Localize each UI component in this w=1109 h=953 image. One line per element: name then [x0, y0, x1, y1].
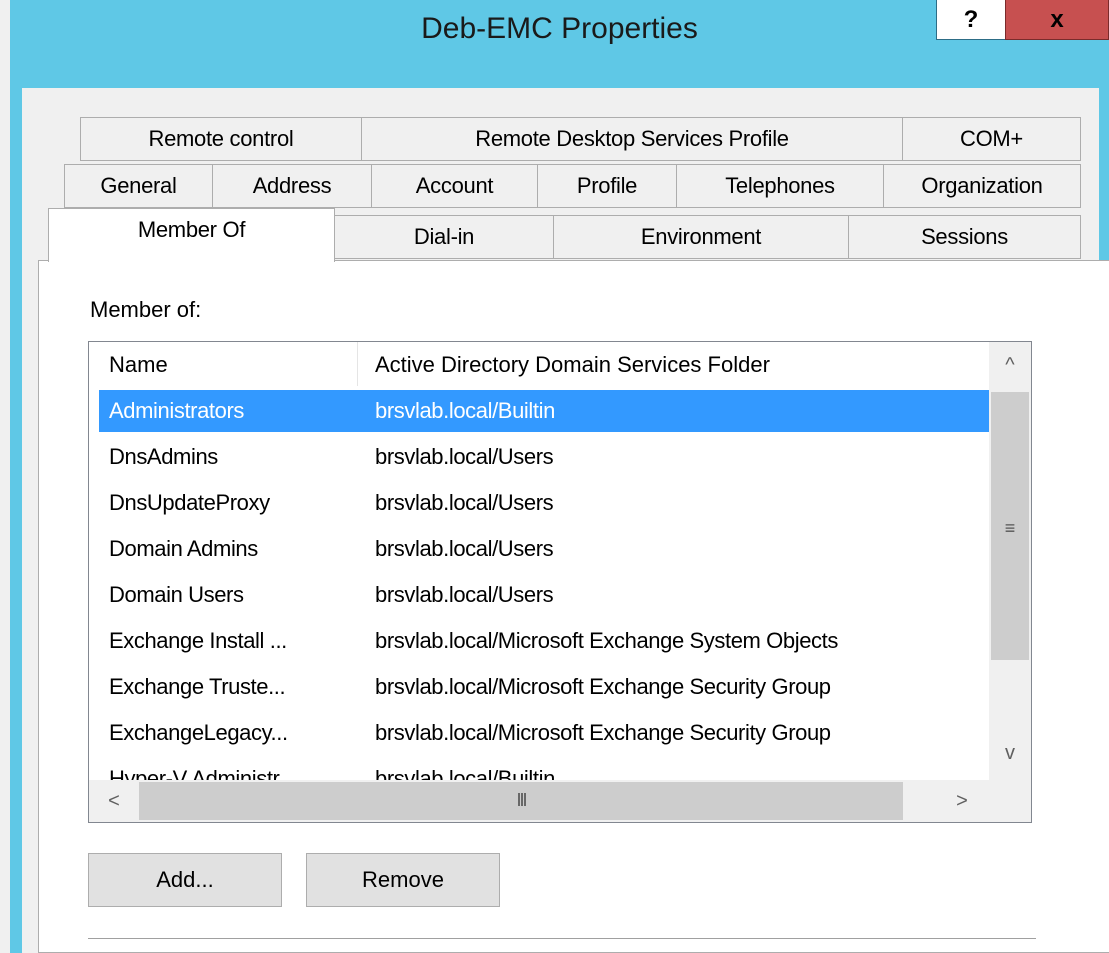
- scroll-left-icon[interactable]: <: [93, 778, 135, 822]
- list-header: Name Active Directory Domain Services Fo…: [89, 342, 989, 388]
- scroll-right-icon[interactable]: >: [941, 778, 983, 822]
- table-row[interactable]: Exchange Truste... brsvlab.local/Microso…: [89, 664, 989, 710]
- table-row[interactable]: Administrators brsvlab.local/Builtin: [89, 388, 989, 434]
- row-name: Exchange Truste...: [109, 674, 286, 699]
- row-folder: brsvlab.local/Microsoft Exchange Securit…: [375, 674, 831, 699]
- table-row[interactable]: DnsAdmins brsvlab.local/Users: [89, 434, 989, 480]
- tab-organization[interactable]: Organization: [883, 164, 1081, 208]
- table-row[interactable]: ExchangeLegacy... brsvlab.local/Microsof…: [89, 710, 989, 756]
- row-folder: brsvlab.local/Users: [375, 444, 554, 469]
- add-button[interactable]: Add...: [88, 853, 282, 907]
- row-name: ExchangeLegacy...: [109, 720, 288, 745]
- separator-line: [88, 938, 1036, 939]
- row-name: DnsAdmins: [109, 444, 218, 469]
- scrollbar-corner: [989, 780, 1031, 822]
- scroll-down-icon[interactable]: v: [989, 730, 1031, 776]
- row-folder: brsvlab.local/Builtin: [375, 398, 555, 423]
- vertical-scroll-thumb[interactable]: ≡: [991, 392, 1029, 660]
- remove-button[interactable]: Remove: [306, 853, 500, 907]
- column-header-folder[interactable]: Active Directory Domain Services Folder: [375, 342, 770, 388]
- table-row[interactable]: Domain Admins brsvlab.local/Users: [89, 526, 989, 572]
- vertical-scrollbar[interactable]: ^ ≡ v: [989, 342, 1031, 780]
- tab-dial-in[interactable]: Dial-in: [334, 215, 554, 259]
- grip-icon: III: [516, 790, 527, 810]
- row-name: Domain Admins: [109, 536, 258, 561]
- tab-address[interactable]: Address: [212, 164, 372, 208]
- column-divider[interactable]: [357, 342, 358, 386]
- scroll-up-icon[interactable]: ^: [989, 342, 1031, 388]
- row-name: DnsUpdateProxy: [109, 490, 270, 515]
- row-name: Administrators: [109, 398, 244, 423]
- table-row[interactable]: Domain Users brsvlab.local/Users: [89, 572, 989, 618]
- row-folder: brsvlab.local/Users: [375, 490, 554, 515]
- horizontal-scroll-thumb[interactable]: III: [139, 782, 903, 820]
- tab-remote-desktop-services-profile[interactable]: Remote Desktop Services Profile: [361, 117, 903, 161]
- table-row[interactable]: DnsUpdateProxy brsvlab.local/Users: [89, 480, 989, 526]
- row-name: Exchange Install ...: [109, 628, 287, 653]
- member-of-label: Member of:: [90, 297, 202, 322]
- tab-account[interactable]: Account: [371, 164, 538, 208]
- horizontal-scrollbar[interactable]: < III >: [89, 780, 989, 822]
- tab-member-of[interactable]: Member Of: [48, 208, 335, 262]
- close-button[interactable]: x: [1005, 0, 1109, 40]
- tab-sessions[interactable]: Sessions: [848, 215, 1081, 259]
- grip-icon: ≡: [1004, 518, 1016, 538]
- row-folder: brsvlab.local/Microsoft Exchange Securit…: [375, 720, 831, 745]
- tab-profile[interactable]: Profile: [537, 164, 677, 208]
- tab-telephones[interactable]: Telephones: [676, 164, 884, 208]
- row-folder: brsvlab.local/Microsoft Exchange System …: [375, 628, 838, 653]
- row-name: Domain Users: [109, 582, 244, 607]
- tab-environment[interactable]: Environment: [553, 215, 849, 259]
- row-folder: brsvlab.local/Users: [375, 582, 554, 607]
- help-button[interactable]: ?: [936, 0, 1006, 40]
- table-row[interactable]: Exchange Install ... brsvlab.local/Micro…: [89, 618, 989, 664]
- tab-com-plus[interactable]: COM+: [902, 117, 1081, 161]
- row-folder: brsvlab.local/Users: [375, 536, 554, 561]
- member-of-listview[interactable]: Name Active Directory Domain Services Fo…: [88, 341, 1032, 823]
- column-header-name[interactable]: Name: [109, 342, 168, 388]
- tab-general[interactable]: General: [64, 164, 213, 208]
- tab-remote-control[interactable]: Remote control: [80, 117, 362, 161]
